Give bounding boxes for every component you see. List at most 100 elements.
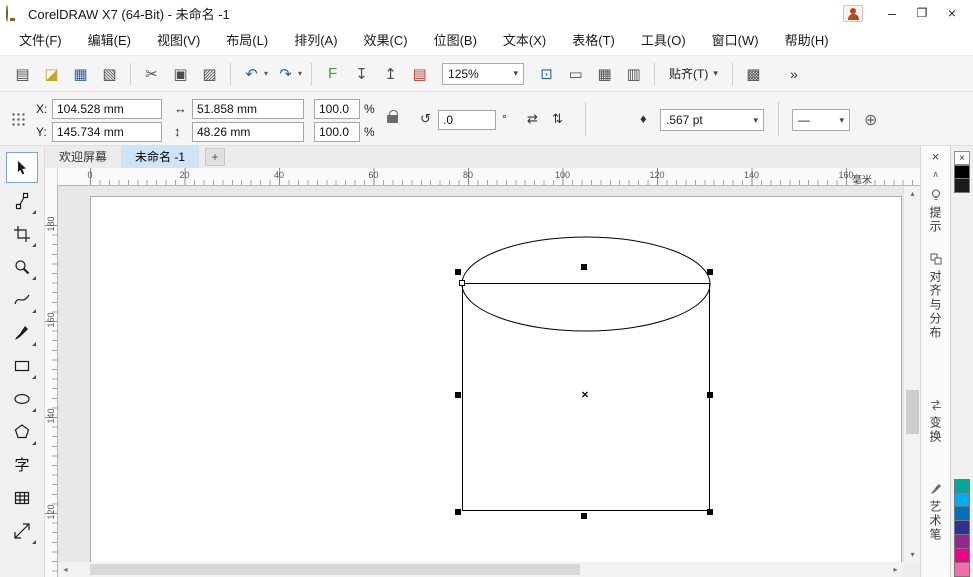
show-grid-icon[interactable]: ▦ <box>592 62 617 86</box>
color-swatch[interactable] <box>954 535 970 549</box>
fullscreen-preview-icon[interactable]: ⊡ <box>534 62 559 86</box>
rectangle-tool[interactable] <box>6 350 38 381</box>
lock-ratio-icon[interactable] <box>387 115 398 123</box>
color-swatch[interactable] <box>954 507 970 521</box>
selection-center-mark[interactable]: × <box>581 387 588 401</box>
drawing-canvas[interactable]: × <box>58 186 903 562</box>
selection-handle[interactable] <box>455 269 461 275</box>
selection-handle[interactable] <box>455 392 461 398</box>
object-width-field[interactable] <box>192 99 304 119</box>
color-swatch[interactable] <box>954 549 970 563</box>
menu-item-view[interactable]: 视图(V) <box>144 26 213 56</box>
ruler-origin[interactable] <box>45 168 58 186</box>
minimize-button[interactable]: – <box>877 1 907 25</box>
save-icon[interactable]: ▦ <box>68 62 93 86</box>
scroll-left-icon[interactable]: ◂ <box>58 562 73 577</box>
print-icon[interactable]: ▧ <box>97 62 122 86</box>
selection-handle[interactable] <box>707 509 713 515</box>
cut-icon[interactable]: ✂ <box>139 62 164 86</box>
show-guidelines-icon[interactable]: ▥ <box>621 62 646 86</box>
scale-x-field[interactable] <box>314 99 360 119</box>
menu-item-tools[interactable]: 工具(O) <box>628 26 699 56</box>
docker-tab-align-distribute[interactable]: 对齐与分布 <box>921 248 950 344</box>
ellipse-tool[interactable] <box>6 383 38 414</box>
quick-customize-icon[interactable]: ⊕ <box>864 110 877 130</box>
new-tab-button[interactable]: + <box>205 148 225 166</box>
crop-tool[interactable] <box>6 218 38 249</box>
doc-tab-untitled-1[interactable]: 未命名 -1 <box>121 146 199 168</box>
mirror-vertical-icon[interactable]: ⇅ <box>552 111 563 127</box>
object-height-field[interactable] <box>192 122 304 142</box>
menu-item-edit[interactable]: 编辑(E) <box>75 26 144 56</box>
freehand-tool[interactable] <box>6 284 38 315</box>
selection-handle[interactable] <box>581 513 587 519</box>
table-tool[interactable] <box>6 482 38 513</box>
menu-item-bitmaps[interactable]: 位图(B) <box>421 26 490 56</box>
docker-tab-artistic-media[interactable]: 艺术笔 <box>921 478 950 546</box>
horizontal-scrollbar[interactable]: ◂ ▸ <box>58 562 903 577</box>
menu-item-help[interactable]: 帮助(H) <box>772 26 842 56</box>
rotation-angle-field[interactable] <box>438 110 496 130</box>
color-swatch[interactable] <box>954 521 970 535</box>
chevron-down-icon[interactable]: ▾ <box>753 115 758 126</box>
shape-tool[interactable] <box>6 185 38 216</box>
color-swatch[interactable] <box>954 563 970 577</box>
paste-icon[interactable]: ▨ <box>197 62 222 86</box>
docker-close-icon[interactable]: × <box>921 146 950 166</box>
show-rulers-icon[interactable]: ▭ <box>563 62 588 86</box>
corner-node[interactable] <box>459 280 465 286</box>
doc-tab-welcome[interactable]: 欢迎屏幕 <box>45 146 121 168</box>
x-position-field[interactable] <box>52 99 162 119</box>
docker-tab-transform[interactable]: 变换 <box>921 394 950 448</box>
mirror-horizontal-icon[interactable]: ⇄ <box>527 111 538 127</box>
chevron-down-icon[interactable]: ▾ <box>298 69 302 78</box>
color-swatch[interactable] <box>954 179 970 193</box>
menu-item-window[interactable]: 窗口(W) <box>699 26 772 56</box>
undo-icon[interactable]: ↶ <box>239 62 264 86</box>
chevron-down-icon[interactable]: ▾ <box>264 69 268 78</box>
zoom-level-combo[interactable]: 125%▾ <box>442 63 524 85</box>
copy-icon[interactable]: ▣ <box>168 62 193 86</box>
object-position-grid-icon[interactable] <box>10 111 25 126</box>
selection-handle[interactable] <box>455 509 461 515</box>
artistic-media-tool[interactable] <box>6 317 38 348</box>
maximize-button[interactable]: ❐ <box>907 1 937 25</box>
chevron-down-icon[interactable]: ▾ <box>514 68 519 79</box>
selection-handle[interactable] <box>707 392 713 398</box>
color-swatch[interactable] <box>954 165 970 179</box>
zoom-tool[interactable] <box>6 251 38 282</box>
publish-pdf-icon[interactable]: ▤ <box>407 62 432 86</box>
vertical-ruler[interactable]: 180160140120 <box>45 186 58 577</box>
color-swatch[interactable] <box>954 479 970 493</box>
pick-tool[interactable] <box>6 152 38 183</box>
vertical-scrollbar[interactable]: ▴ ▾ <box>903 186 920 562</box>
menu-item-table[interactable]: 表格(T) <box>559 26 628 56</box>
color-swatch[interactable] <box>954 493 970 507</box>
scale-y-field[interactable] <box>314 122 360 142</box>
line-style-combo[interactable]: — ▾ <box>792 109 850 131</box>
dimension-tool[interactable] <box>6 515 38 546</box>
close-button[interactable]: × <box>937 1 967 25</box>
chevron-down-icon[interactable]: ▾ <box>839 115 844 126</box>
menu-item-text[interactable]: 文本(X) <box>490 26 559 56</box>
scroll-up-icon[interactable]: ▴ <box>904 186 921 201</box>
outline-width-combo[interactable]: .567 pt ▾ <box>660 109 764 131</box>
ellipse-shape[interactable] <box>460 235 712 333</box>
redo-icon[interactable]: ↷ <box>273 62 298 86</box>
menu-item-arrange[interactable]: 排列(A) <box>281 26 350 56</box>
menu-item-layout[interactable]: 布局(L) <box>213 26 281 56</box>
vertical-scroll-thumb[interactable] <box>906 390 919 434</box>
docker-tab-hints[interactable]: 提示 <box>921 184 950 238</box>
y-position-field[interactable] <box>52 122 162 142</box>
selection-handle[interactable] <box>581 264 587 270</box>
selection-handle[interactable] <box>707 269 713 275</box>
export-icon[interactable]: ↥ <box>378 62 403 86</box>
search-content-icon[interactable]: F <box>320 62 345 86</box>
menu-item-file[interactable]: 文件(F) <box>6 26 75 56</box>
scroll-down-icon[interactable]: ▾ <box>904 547 921 562</box>
horizontal-scroll-thumb[interactable] <box>90 564 580 575</box>
no-color-swatch[interactable]: × <box>954 151 970 165</box>
toolbar-overflow-icon[interactable]: » <box>782 66 806 82</box>
import-icon[interactable]: ↧ <box>349 62 374 86</box>
menu-item-effects[interactable]: 效果(C) <box>351 26 421 56</box>
